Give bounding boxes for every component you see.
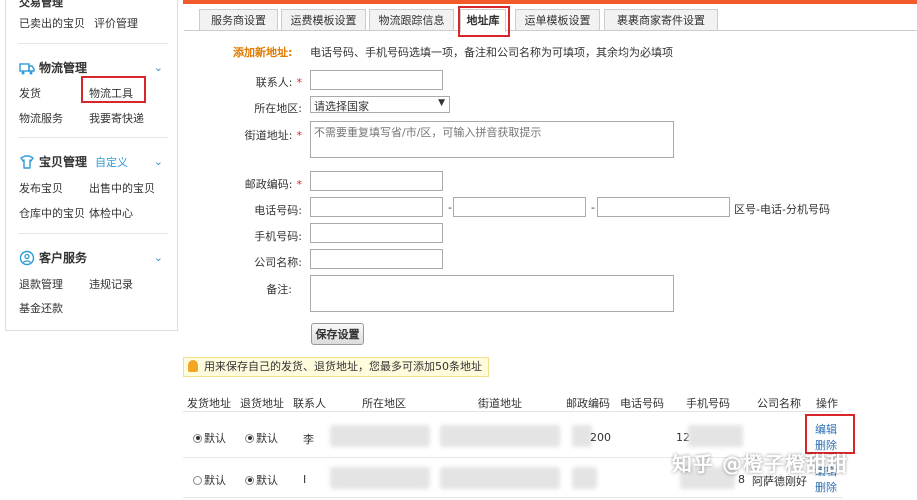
phone-label: 电话号码: (254, 204, 302, 217)
radio-checked-icon (193, 433, 202, 443)
items-on-sale-link[interactable]: 出售中的宝贝 (89, 180, 155, 196)
col-contact: 联系人 (293, 397, 326, 410)
divider (18, 137, 168, 138)
contact-input[interactable] (310, 70, 443, 90)
return-default-radio[interactable]: 默认 (245, 472, 278, 488)
tab-provider-settings[interactable]: 服务商设置 (199, 9, 278, 30)
products-section-title[interactable]: 宝贝管理 自定义 (19, 153, 128, 170)
street-label: 街道地址: * (244, 129, 302, 142)
violation-record-link[interactable]: 违规记录 (89, 276, 133, 292)
redacted-street (440, 425, 560, 447)
phone-number-input[interactable] (453, 197, 586, 217)
row-divider (183, 497, 843, 498)
redacted-street (440, 467, 560, 489)
contact-cell: Ⅰ (303, 473, 307, 486)
hanger-icon (19, 154, 35, 170)
tab-freight-template[interactable]: 运费模板设置 (281, 9, 366, 30)
tip-text: 用来保存自己的发货、退货地址，您最多可添加50条地址 (204, 360, 482, 373)
chevron-down-icon[interactable]: ⌄ (154, 251, 163, 264)
logistics-section-title[interactable]: 物流管理 (19, 59, 87, 76)
col-postcode: 邮政编码 (566, 397, 610, 410)
remark-textarea[interactable] (310, 275, 674, 312)
watermark: 知乎 @橙子橙甜甜 (672, 452, 848, 476)
redacted-region (330, 425, 430, 447)
postcode-cell: 200 (590, 431, 611, 444)
save-settings-button[interactable]: 保存设置 (311, 323, 364, 345)
truck-icon (19, 60, 35, 76)
col-return-address: 退货地址 (240, 397, 284, 410)
phone-extension-input[interactable] (597, 197, 730, 217)
tab-waybill-template[interactable]: 运单模板设置 (515, 9, 600, 30)
highlight-box (458, 6, 510, 37)
delete-link[interactable]: 删除 (815, 479, 837, 495)
phone-format-hint: 区号-电话-分机号码 (734, 203, 830, 216)
redacted-region (330, 467, 430, 489)
radio-checked-icon (245, 475, 254, 485)
redacted-postcode (572, 467, 597, 489)
service-section-title[interactable]: 客户服务 (19, 249, 87, 266)
lightbulb-icon (188, 360, 198, 372)
divider (18, 43, 168, 44)
radio-checked-icon (245, 433, 254, 443)
fund-repayment-link[interactable]: 基金还款 (19, 300, 63, 316)
company-input[interactable] (310, 249, 443, 269)
phone-separator: - (591, 201, 595, 214)
redacted-postcode (572, 425, 592, 447)
tab-logistics-tracking[interactable]: 物流跟踪信息 (369, 9, 454, 30)
company-label: 公司名称: (254, 256, 302, 269)
redacted-mobile (688, 425, 743, 447)
user-icon (19, 250, 35, 266)
add-address-label: 添加新地址: (233, 46, 293, 59)
region-label: 所在地区: (254, 102, 302, 115)
tip-banner: 用来保存自己的发货、退货地址，您最多可添加50条地址 (183, 357, 489, 377)
mobile-input[interactable] (310, 223, 443, 243)
publish-item-link[interactable]: 发布宝贝 (19, 180, 63, 196)
highlight-box (81, 76, 146, 103)
chevron-down-icon[interactable]: ⌄ (154, 61, 163, 74)
top-accent-bar (183, 0, 917, 4)
col-phone: 电话号码 (620, 397, 664, 410)
items-in-warehouse-link[interactable]: 仓库中的宝贝 (19, 205, 85, 221)
dropdown-arrow-icon: ▼ (438, 98, 445, 108)
divider (18, 233, 168, 234)
col-company: 公司名称 (757, 397, 801, 410)
checkup-center-link[interactable]: 体检中心 (89, 205, 133, 221)
phone-separator: - (448, 201, 452, 214)
form-instruction: 电话号码、手机号码选填一项，备注和公司名称为可填项，其余均为必填项 (310, 46, 673, 59)
table-header-divider (183, 411, 843, 412)
trade-management-title: 交易管理 (19, 0, 63, 9)
sold-items-link[interactable]: 已卖出的宝贝 (19, 15, 85, 31)
col-ship-address: 发货地址 (187, 397, 231, 410)
customize-link[interactable]: 自定义 (95, 154, 128, 170)
sidebar: 交易管理 已卖出的宝贝 评价管理 物流管理 ⌄ 发货 物流工具 物流服务 我要寄… (5, 0, 178, 331)
products-title-label: 宝贝管理 (39, 155, 88, 169)
postcode-input[interactable] (310, 171, 443, 191)
radio-unchecked-icon (193, 475, 202, 485)
phone-area-input[interactable] (310, 197, 443, 217)
send-express-link[interactable]: 我要寄快递 (89, 110, 144, 126)
return-default-radio[interactable]: 默认 (245, 430, 278, 446)
ship-link[interactable]: 发货 (19, 85, 41, 101)
refund-management-link[interactable]: 退款管理 (19, 276, 63, 292)
logistics-service-link[interactable]: 物流服务 (19, 110, 63, 126)
mobile-label: 手机号码: (254, 230, 302, 243)
tab-guoguo-settings[interactable]: 裹裹商家寄件设置 (604, 9, 718, 30)
remark-label: 备注: (266, 283, 292, 296)
ship-default-radio[interactable]: 默认 (193, 472, 226, 488)
region-select[interactable]: 请选择国家 ▼ (310, 96, 450, 113)
col-region: 所在地区 (362, 397, 406, 410)
col-street: 街道地址 (478, 397, 522, 410)
street-textarea[interactable] (310, 121, 674, 158)
contact-label: 联系人: * (255, 76, 302, 89)
review-management-link[interactable]: 评价管理 (94, 15, 138, 31)
ship-default-radio[interactable]: 默认 (193, 430, 226, 446)
service-title-label: 客户服务 (39, 251, 88, 265)
postcode-label: 邮政编码: * (244, 178, 302, 191)
col-mobile: 手机号码 (686, 397, 730, 410)
col-operation: 操作 (816, 397, 838, 410)
chevron-down-icon[interactable]: ⌄ (154, 155, 163, 168)
contact-cell: 李 (303, 433, 314, 446)
logistics-title-label: 物流管理 (39, 61, 88, 75)
